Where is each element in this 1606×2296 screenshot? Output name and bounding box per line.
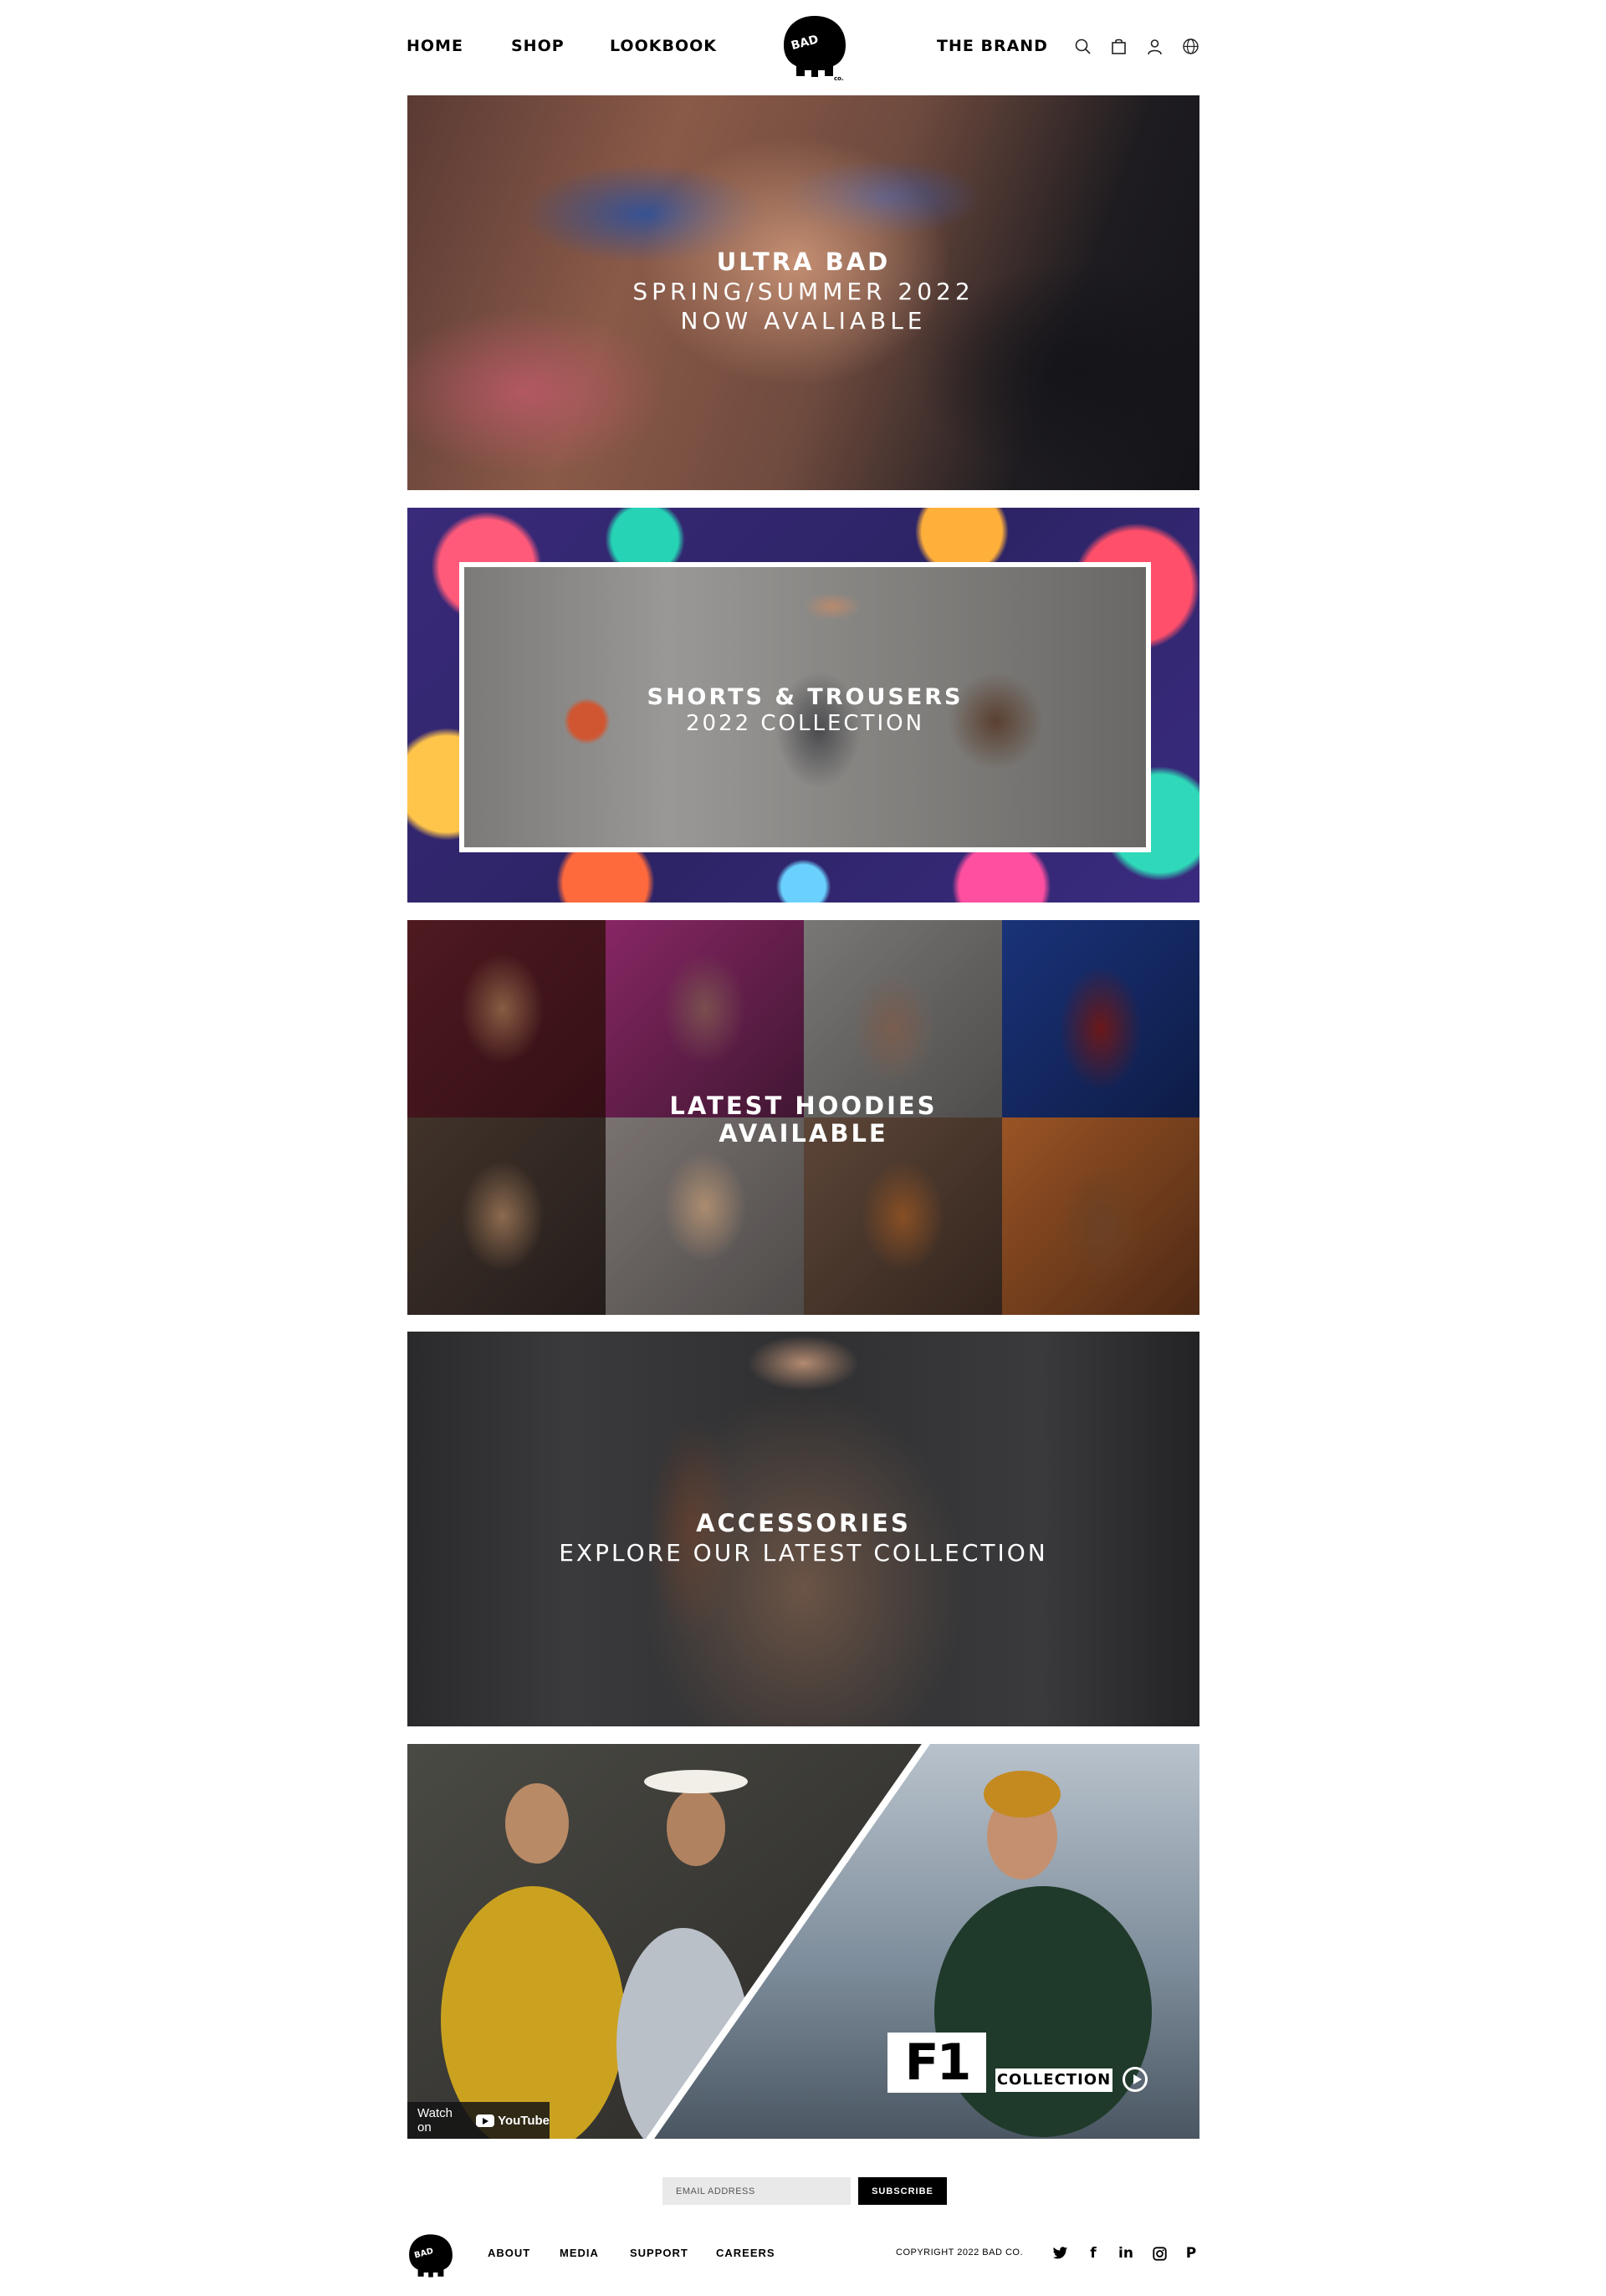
- linkedin-icon[interactable]: in: [1118, 2245, 1134, 2262]
- nav-the-brand[interactable]: THE BRAND: [937, 37, 1048, 55]
- instagram-icon[interactable]: [1151, 2245, 1168, 2262]
- accessories-title: ACCESSORIES: [696, 1509, 911, 1537]
- brand-logo[interactable]: BAD co.: [781, 13, 848, 82]
- hero-subtitle-line2: NOW AVALIABLE: [680, 307, 927, 335]
- svg-text:co.: co.: [834, 75, 844, 82]
- facebook-icon[interactable]: f: [1085, 2245, 1102, 2262]
- footer-media[interactable]: MEDIA: [560, 2247, 599, 2259]
- hoodies-banner[interactable]: LATEST HOODIES AVAILABLE: [407, 920, 1199, 1315]
- hero-banner[interactable]: ULTRA BAD SPRING/SUMMER 2022 NOW AVALIAB…: [407, 95, 1199, 490]
- header-icons: [1074, 38, 1199, 55]
- twitter-icon[interactable]: [1051, 2245, 1068, 2262]
- footer-careers[interactable]: CAREERS: [716, 2247, 775, 2259]
- shorts-subtitle: 2022 COLLECTION: [685, 711, 925, 736]
- email-field[interactable]: [662, 2177, 851, 2205]
- youtube-logo: YouTube: [476, 2114, 550, 2128]
- f1-logo: F1: [887, 2033, 986, 2093]
- hero-title: ULTRA BAD: [716, 248, 891, 276]
- pinterest-icon[interactable]: P: [1183, 2245, 1199, 2262]
- footer-about[interactable]: ABOUT: [488, 2247, 530, 2259]
- nav-lookbook[interactable]: LOOKBOOK: [610, 37, 717, 55]
- accessories-subtitle: EXPLORE OUR LATEST COLLECTION: [559, 1539, 1048, 1567]
- hoodies-title-line1: LATEST HOODIES: [669, 1092, 938, 1120]
- footer-logo[interactable]: BAD: [407, 2232, 454, 2281]
- f1-collection-label: COLLECTION: [995, 2068, 1112, 2092]
- accessories-banner[interactable]: ACCESSORIES EXPLORE OUR LATEST COLLECTIO…: [407, 1332, 1199, 1726]
- shorts-title: SHORTS & TROUSERS: [647, 684, 964, 710]
- subscribe-button[interactable]: SUBSCRIBE: [858, 2177, 947, 2205]
- f1-collection-video[interactable]: F1 COLLECTION Watch on YouTube: [407, 1744, 1199, 2139]
- nav-shop[interactable]: SHOP: [511, 37, 565, 55]
- globe-icon[interactable]: [1182, 38, 1199, 55]
- shorts-photo: SHORTS & TROUSERS 2022 COLLECTION: [459, 562, 1151, 852]
- watch-on-label: Watch on: [417, 2106, 453, 2135]
- bag-icon[interactable]: [1110, 38, 1128, 55]
- copyright: COPYRIGHT 2022 BAD CO.: [896, 2247, 1024, 2258]
- play-icon[interactable]: [1123, 2067, 1148, 2092]
- site-header: HOME SHOP LOOKBOOK BAD co. THE BRAND: [407, 0, 1199, 96]
- hoodies-title-line2: AVAILABLE: [719, 1119, 888, 1148]
- youtube-label: YouTube: [498, 2113, 550, 2128]
- watch-on-youtube-button[interactable]: Watch on YouTube: [407, 2102, 550, 2139]
- nav-home[interactable]: HOME: [407, 37, 463, 55]
- search-icon[interactable]: [1074, 38, 1092, 55]
- shorts-trousers-banner[interactable]: SHORTS & TROUSERS 2022 COLLECTION: [407, 508, 1199, 903]
- user-icon[interactable]: [1146, 38, 1164, 55]
- hero-subtitle-line1: SPRING/SUMMER 2022: [632, 278, 974, 305]
- youtube-play-icon: [476, 2114, 495, 2127]
- footer-support[interactable]: SUPPORT: [630, 2247, 688, 2259]
